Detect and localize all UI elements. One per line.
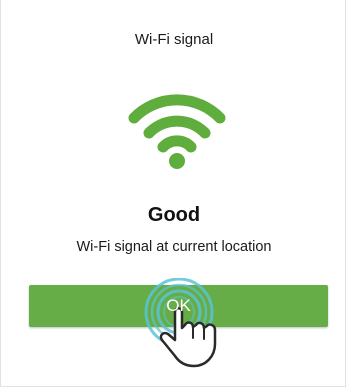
signal-status: Good: [147, 204, 201, 226]
ok-button[interactable]: OK: [29, 285, 328, 327]
dialog-title: Wi-Fi signal: [134, 31, 214, 48]
wifi-signal-icon: [128, 94, 226, 169]
wifi-signal-dialog: Wi-Fi signal Good Wi-Fi signal at curren…: [0, 0, 346, 387]
ok-button-label: OK: [166, 296, 191, 315]
signal-description: Wi-Fi signal at current location: [76, 239, 272, 255]
